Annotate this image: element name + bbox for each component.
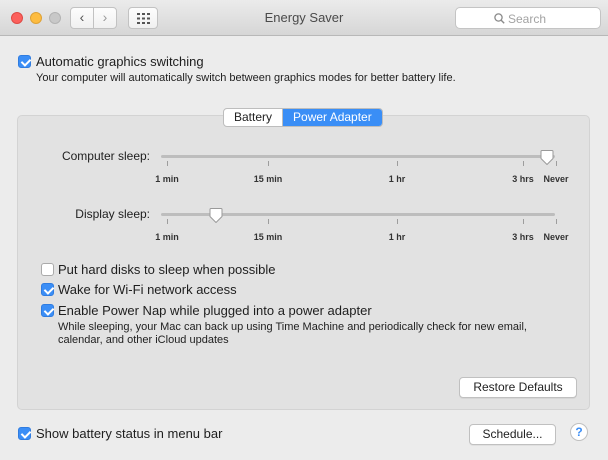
- auto-graphics-label: Automatic graphics switching: [36, 54, 204, 69]
- title-bar: ‹ › Energy Saver: [0, 0, 608, 36]
- display-sleep-slider-thumb[interactable]: [209, 208, 223, 223]
- ds-tick-label: 1 hr: [388, 232, 406, 242]
- cs-tick-mark: [523, 161, 524, 166]
- battery-status-label: Show battery status in menu bar: [36, 426, 223, 441]
- cs-tick-label: 3 hrs: [512, 174, 534, 184]
- power-nap-description-line1: While sleeping, your Mac can back up usi…: [58, 321, 527, 333]
- ds-tick-mark: [268, 219, 269, 224]
- hard-disks-label: Put hard disks to sleep when possible: [58, 262, 276, 277]
- auto-graphics-checkbox[interactable]: [18, 55, 31, 68]
- cs-tick-label: 1 hr: [388, 174, 406, 184]
- ds-tick-label: 3 hrs: [512, 232, 534, 242]
- battery-status-checkbox[interactable]: [18, 427, 31, 440]
- cs-tick-label: 1 min: [155, 174, 179, 184]
- cs-tick-mark: [397, 161, 398, 166]
- cs-tick-label: 15 min: [253, 174, 283, 184]
- computer-sleep-label: Computer sleep:: [61, 149, 150, 163]
- power-nap-label: Enable Power Nap while plugged into a po…: [58, 303, 372, 318]
- cs-tick-mark: [167, 161, 168, 166]
- search-input[interactable]: [508, 11, 596, 26]
- computer-sleep-slider[interactable]: [161, 155, 555, 158]
- display-sleep-label: Display sleep:: [75, 207, 150, 221]
- ds-tick-mark: [167, 219, 168, 224]
- tab-battery[interactable]: Battery: [224, 109, 282, 126]
- computer-sleep-slider-thumb[interactable]: [540, 150, 554, 165]
- tab-power-adapter[interactable]: Power Adapter: [282, 109, 382, 126]
- ds-tick-mark: [556, 219, 557, 224]
- power-source-tabs: Battery Power Adapter: [223, 108, 383, 127]
- help-button[interactable]: ?: [570, 423, 588, 441]
- restore-defaults-button[interactable]: Restore Defaults: [459, 377, 577, 398]
- search-field[interactable]: [455, 7, 601, 29]
- ds-tick-label: Never: [543, 232, 569, 242]
- wake-wifi-label: Wake for Wi-Fi network access: [58, 282, 237, 297]
- schedule-button[interactable]: Schedule...: [469, 424, 556, 445]
- search-icon: [494, 13, 505, 24]
- cs-tick-mark: [268, 161, 269, 166]
- power-nap-description-line2: calendar, and other iCloud updates: [58, 334, 229, 346]
- cs-tick-label: Never: [543, 174, 569, 184]
- ds-tick-mark: [523, 219, 524, 224]
- wake-wifi-checkbox[interactable]: [41, 283, 54, 296]
- power-nap-checkbox[interactable]: [41, 304, 54, 317]
- hard-disks-checkbox[interactable]: [41, 263, 54, 276]
- cs-tick-mark: [556, 161, 557, 166]
- ds-tick-mark: [397, 219, 398, 224]
- ds-tick-label: 1 min: [155, 232, 179, 242]
- ds-tick-label: 15 min: [253, 232, 283, 242]
- auto-graphics-description: Your computer will automatically switch …: [36, 72, 456, 84]
